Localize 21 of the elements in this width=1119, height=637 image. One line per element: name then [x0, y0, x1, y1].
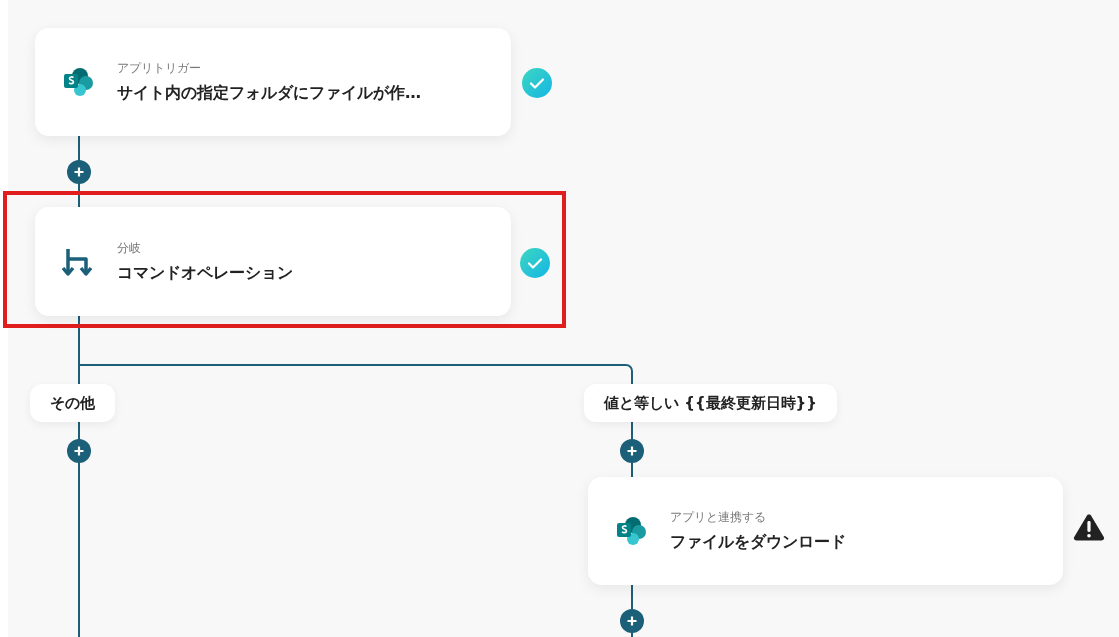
plus-icon — [74, 167, 84, 177]
step-title: コマンドオペレーション — [117, 261, 293, 284]
plus-icon — [74, 446, 84, 456]
step-type-label: 分岐 — [117, 239, 142, 257]
step-card[interactable]: アプリと連携する ファイルをダウンロード — [588, 477, 1063, 585]
add-step-button[interactable] — [620, 609, 644, 633]
step-card[interactable]: アプリトリガー サイト内の指定フォルダにファイルが作… — [35, 28, 511, 136]
plus-icon — [627, 616, 637, 626]
sharepoint-icon — [61, 65, 95, 99]
add-step-button[interactable] — [67, 160, 91, 184]
step-title: ファイルをダウンロード — [670, 531, 846, 553]
step-type-label: アプリトリガー — [117, 60, 202, 77]
add-step-button[interactable] — [620, 439, 644, 463]
sharepoint-icon — [614, 514, 648, 548]
step-type-label: アプリと連携する — [670, 509, 767, 526]
step-card[interactable]: 分岐 コマンドオペレーション — [35, 207, 511, 316]
branch-label[interactable]: 値と等しい {{最終更新日時}} — [584, 384, 837, 422]
add-step-button[interactable] — [67, 439, 91, 463]
plus-icon — [627, 446, 637, 456]
step-title: サイト内の指定フォルダにファイルが作… — [117, 82, 421, 104]
branch-label[interactable]: その他 — [30, 384, 115, 422]
